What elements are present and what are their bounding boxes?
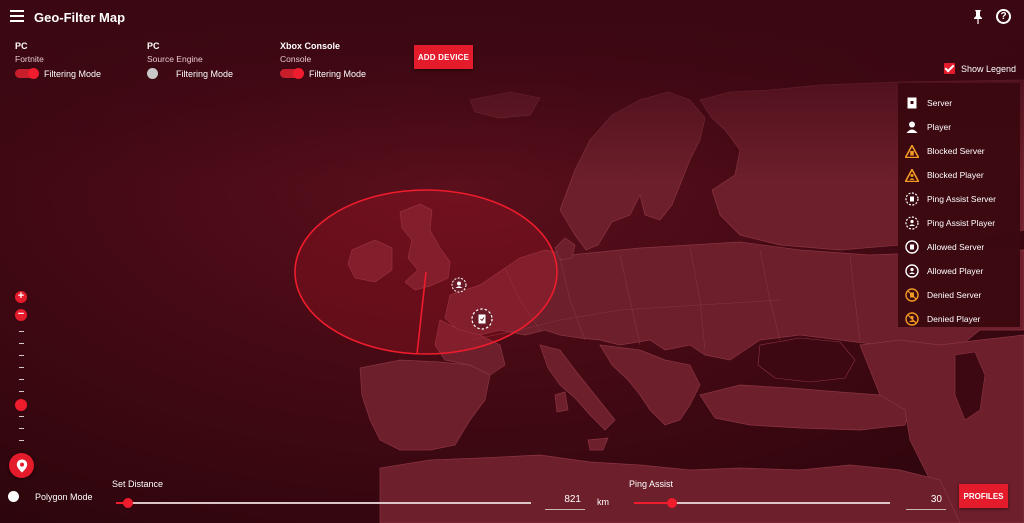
app-title: Geo-Filter Map — [34, 10, 126, 25]
zoom-out-button[interactable]: − — [15, 309, 27, 321]
legend-item-blocked-server: Blocked Server — [898, 139, 1020, 163]
zoom-tick[interactable] — [19, 440, 24, 441]
distance-value-field[interactable]: 821 — [545, 494, 585, 510]
filtering-mode-toggle[interactable] — [147, 68, 169, 79]
zoom-tick[interactable] — [19, 331, 24, 332]
blocked-player-icon — [905, 168, 919, 182]
show-legend-label: Show Legend — [961, 63, 1017, 74]
ping-assist-value-field[interactable]: 30 — [906, 494, 946, 510]
filtering-mode-label: Filtering Mode — [44, 68, 102, 79]
legend-label: Blocked Server — [927, 146, 985, 156]
filtering-mode-label: Filtering Mode — [176, 68, 234, 79]
set-distance-label: Set Distance — [112, 479, 164, 489]
legend-label: Ping Assist Server — [927, 194, 996, 204]
legend-item-ping-assist-server: Ping Assist Server — [898, 187, 1020, 211]
profiles-button[interactable]: PROFILES — [959, 484, 1008, 508]
player-icon — [905, 120, 919, 134]
legend-label: Denied Player — [927, 314, 981, 324]
device-pc-fortnite: PC Fortnite Filtering Mode — [15, 41, 101, 79]
legend-label: Denied Server — [927, 290, 982, 300]
polygon-mode-toggle[interactable]: Polygon Mode — [8, 491, 93, 502]
zoom-tick[interactable] — [19, 416, 24, 417]
denied-player-icon — [905, 312, 919, 326]
legend-panel: Server Player Blocked Server Blocked Pla… — [898, 83, 1020, 327]
distance-circle — [294, 189, 558, 355]
zoom-in-button[interactable]: + — [15, 291, 27, 303]
zoom-tick[interactable] — [19, 428, 24, 429]
top-bar: Geo-Filter Map ? — [0, 0, 1024, 36]
zoom-tick[interactable] — [19, 367, 24, 368]
player-marker — [451, 277, 467, 293]
legend-item-blocked-player: Blocked Player — [898, 163, 1020, 187]
allowed-player-icon — [905, 264, 919, 278]
legend-item-denied-player: Denied Player — [898, 307, 1020, 331]
zoom-tick[interactable] — [19, 379, 24, 380]
ping-assist-slider[interactable] — [634, 498, 890, 508]
location-pin-button[interactable] — [9, 453, 34, 478]
filtering-mode-label: Filtering Mode — [309, 68, 367, 79]
server-icon — [905, 96, 919, 110]
legend-item-allowed-server: Allowed Server — [898, 235, 1020, 259]
allowed-server-icon — [905, 240, 919, 254]
legend-item-server: Server — [898, 91, 1020, 115]
device-game: Fortnite — [15, 54, 44, 64]
hamburger-menu-icon[interactable] — [10, 10, 24, 24]
location-pin-icon — [16, 459, 27, 472]
legend-label: Player — [927, 122, 952, 132]
device-name: Xbox Console — [280, 41, 341, 51]
zoom-tick[interactable] — [19, 355, 24, 356]
legend-item-player: Player — [898, 115, 1020, 139]
filtering-mode-toggle[interactable] — [280, 68, 304, 79]
legend-label: Server — [927, 98, 953, 108]
legend-label: Allowed Player — [927, 266, 984, 276]
help-icon[interactable]: ? — [996, 9, 1011, 24]
device-game: Console — [280, 54, 312, 64]
legend-label: Allowed Server — [927, 242, 985, 252]
device-xbox-console: Xbox Console Console Filtering Mode — [280, 41, 366, 79]
ping-assist-server-icon — [905, 192, 919, 206]
zoom-tick[interactable] — [19, 391, 24, 392]
device-name: PC — [15, 41, 28, 51]
legend-item-ping-assist-player: Ping Assist Player — [898, 211, 1020, 235]
show-legend-checkbox[interactable] — [944, 63, 955, 74]
legend-label: Ping Assist Player — [927, 218, 996, 228]
distance-unit: km — [597, 497, 609, 507]
pin-icon[interactable] — [972, 9, 984, 25]
distance-slider[interactable] — [116, 498, 531, 508]
zoom-slider-knob[interactable] — [15, 399, 27, 411]
polygon-mode-switch[interactable] — [8, 491, 19, 502]
blocked-server-icon — [905, 144, 919, 158]
add-device-button[interactable]: ADD DEVICE — [414, 45, 473, 69]
legend-item-allowed-player: Allowed Player — [898, 259, 1020, 283]
legend-label: Blocked Player — [927, 170, 984, 180]
server-marker — [471, 308, 493, 330]
polygon-mode-label: Polygon Mode — [35, 491, 93, 502]
ping-assist-label: Ping Assist — [629, 479, 674, 489]
show-legend-toggle[interactable]: Show Legend — [944, 63, 1016, 74]
zoom-tick[interactable] — [19, 343, 24, 344]
device-name: PC — [147, 41, 160, 51]
filtering-mode-toggle[interactable] — [15, 68, 39, 79]
ping-assist-player-icon — [905, 216, 919, 230]
legend-item-denied-server: Denied Server — [898, 283, 1020, 307]
device-pc-source-engine: PC Source Engine Filtering Mode — [147, 41, 233, 79]
denied-server-icon — [905, 288, 919, 302]
device-game: Source Engine — [147, 54, 203, 64]
